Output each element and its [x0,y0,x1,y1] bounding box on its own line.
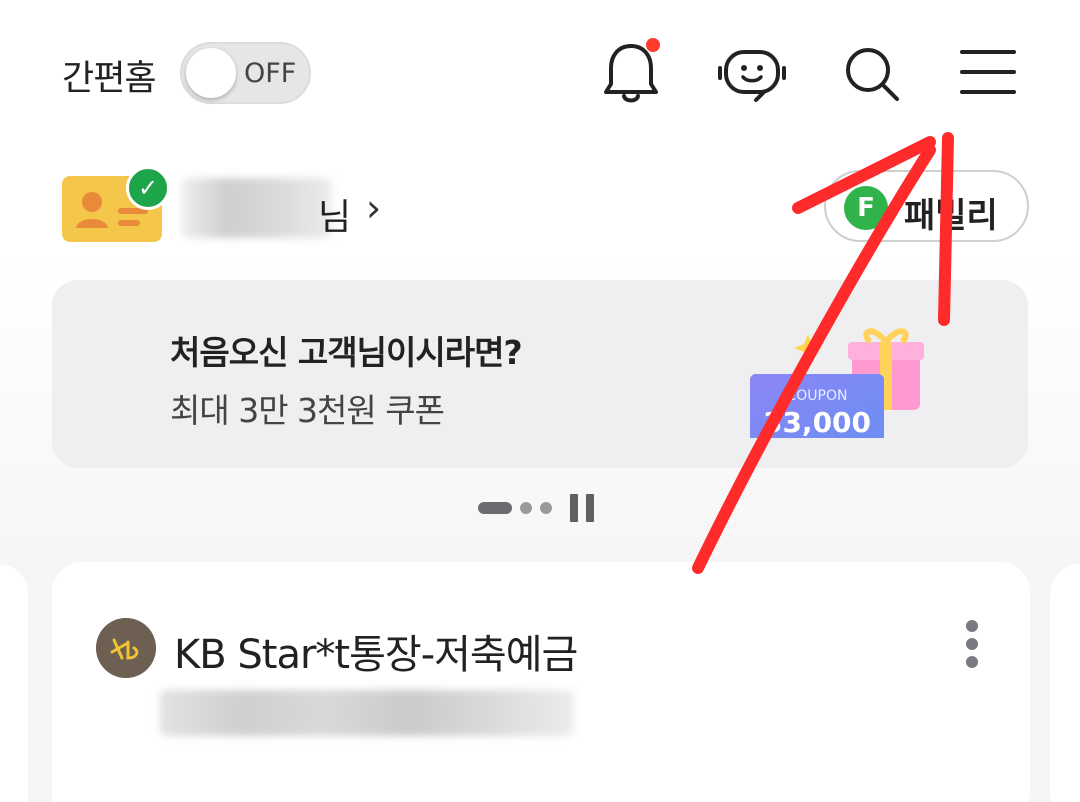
family-button[interactable]: F 패밀리 [824,170,1029,242]
masked-user-name [182,178,332,238]
menu-icon[interactable] [958,46,1018,98]
pager-dot[interactable] [540,502,552,514]
kb-logo-icon [96,618,156,678]
prev-account-card[interactable] [0,564,28,802]
promo-banner[interactable]: 처음오신 고객님이시라면? 최대 3만 3천원 쿠폰 COUPON 33,000 [52,280,1028,468]
chatbot-icon[interactable] [716,44,788,104]
easy-home-toggle[interactable]: OFF [180,42,311,104]
banner-subtitle: 최대 3만 3천원 쿠폰 [170,391,445,430]
masked-account-number [160,690,574,736]
pager-dot-active[interactable] [478,502,512,514]
next-account-card[interactable] [1050,564,1080,802]
easy-home-label: 간편홈 [62,59,157,99]
toggle-knob [186,48,236,98]
account-name: KB Star*t통장-저축예금 [174,632,578,678]
search-icon[interactable] [842,44,902,104]
family-badge-icon: F [844,186,888,230]
notification-dot [646,38,660,52]
banner-pager [478,494,608,522]
more-vertical-icon[interactable] [960,618,984,670]
pause-icon[interactable] [570,494,598,522]
pager-dot[interactable] [520,502,532,514]
verified-check-icon: ✓ [126,166,170,210]
toggle-state-text: OFF [244,58,297,89]
coupon-label: COUPON [787,388,848,404]
banner-title: 처음오신 고객님이시라면? [170,333,523,372]
coupon-amount: 33,000 [763,406,871,438]
coupon-gift-icon: COUPON 33,000 [750,328,924,438]
profile-chevron-icon[interactable]: › [366,186,381,230]
name-suffix: 님 [318,197,352,238]
family-label: 패밀리 [904,196,998,236]
account-card[interactable]: KB Star*t통장-저축예금 [52,562,1030,802]
